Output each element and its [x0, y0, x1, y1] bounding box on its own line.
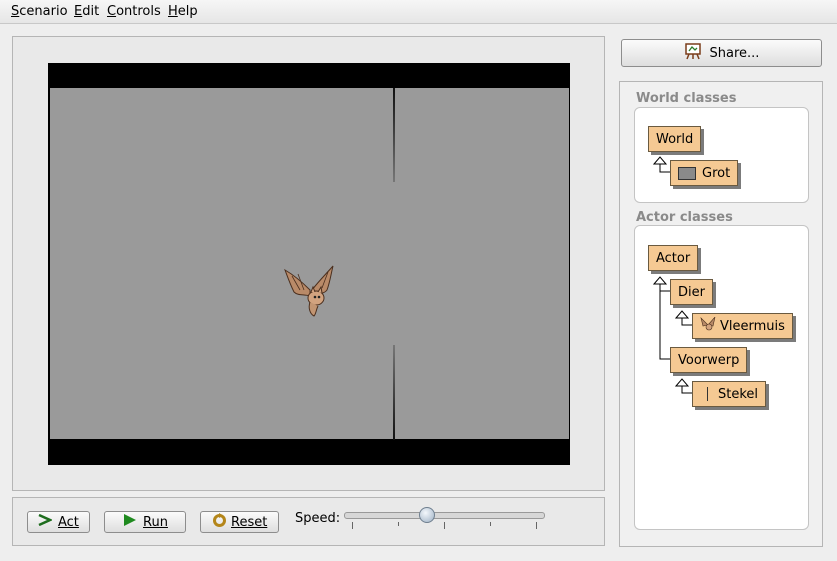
- class-vleermuis[interactable]: Vleermuis: [692, 313, 793, 339]
- bat-thumbnail-icon: [700, 316, 716, 335]
- speed-tick: [352, 522, 353, 529]
- class-dier[interactable]: Dier: [670, 279, 713, 305]
- menu-controls[interactable]: Controls: [107, 4, 161, 19]
- class-voorwerp[interactable]: Voorwerp: [670, 347, 748, 373]
- class-world[interactable]: World: [648, 126, 702, 152]
- bat-actor[interactable]: [280, 262, 340, 322]
- speed-slider-thumb[interactable]: [418, 507, 435, 523]
- menu-edit[interactable]: Edit: [74, 4, 99, 19]
- grot-thumbnail-icon: [678, 166, 696, 180]
- class-grot[interactable]: Grot: [670, 160, 739, 186]
- share-button[interactable]: Share...: [621, 39, 822, 67]
- class-actor[interactable]: Actor: [648, 245, 699, 271]
- menu-scenario[interactable]: Scenario: [11, 4, 68, 19]
- menu-help[interactable]: Help: [168, 4, 198, 19]
- speed-label: Speed:: [295, 511, 341, 526]
- speed-tick: [490, 522, 491, 526]
- reset-icon: [212, 512, 227, 532]
- speed-tick: [536, 522, 537, 529]
- stekel-bottom: [393, 345, 395, 440]
- act-icon: [38, 513, 54, 530]
- play-icon: [123, 513, 137, 531]
- class-stekel[interactable]: Stekel: [692, 381, 767, 407]
- speed-tick: [444, 522, 445, 529]
- run-button[interactable]: Run: [104, 511, 186, 533]
- stekel-thumbnail-icon: [707, 387, 708, 401]
- stekel-top: [393, 88, 395, 182]
- reset-button[interactable]: Reset: [200, 511, 279, 533]
- speed-slider-track[interactable]: [344, 512, 545, 519]
- easel-icon: [684, 42, 702, 64]
- act-button[interactable]: Act: [27, 511, 90, 533]
- actor-classes-title: Actor classes: [636, 210, 733, 225]
- menu-bar: Scenario Edit Controls Help: [0, 0, 837, 24]
- speed-tick: [398, 522, 399, 526]
- world-classes-title: World classes: [636, 91, 737, 106]
